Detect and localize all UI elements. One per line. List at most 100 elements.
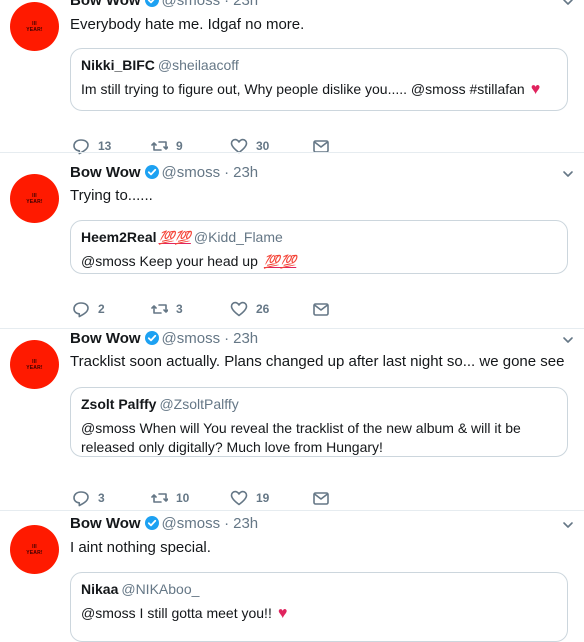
- retweet-button[interactable]: 3: [150, 299, 183, 319]
- red-heart-emoji: ♥: [277, 605, 288, 622]
- reply-button[interactable]: 3: [72, 488, 105, 508]
- reply-icon: [72, 300, 90, 318]
- timestamp[interactable]: 23h: [233, 515, 258, 532]
- tweet-card[interactable]: III YEAR! Bow Wow @smoss · 23h Tracklist soon …: [0, 328, 584, 511]
- avatar[interactable]: III YEAR!: [10, 340, 59, 389]
- tweet-actions: 2 3 26: [72, 299, 372, 319]
- retweet-button[interactable]: 10: [150, 488, 189, 508]
- user-handle[interactable]: @smoss: [162, 164, 221, 181]
- verified-badge-icon: [144, 331, 159, 345]
- quoted-display-name: Nikki_BIFC: [81, 57, 155, 73]
- avatar-text: YEAR!: [26, 549, 43, 556]
- tweet-text: I aint nothing special.: [70, 539, 211, 556]
- quoted-tweet[interactable]: Nikki_BIFC @sheilaacoff Im still trying to…: [70, 48, 568, 111]
- quoted-display-name: Nikaa: [81, 581, 119, 597]
- envelope-icon: [312, 300, 330, 318]
- direct-message-button[interactable]: [312, 488, 330, 508]
- reply-button[interactable]: 13: [72, 136, 111, 156]
- chevron-down-icon: [562, 334, 574, 346]
- quoted-tweet-text: Im still trying to figure out, Why peopl…: [81, 80, 559, 99]
- replies-count: 3: [98, 491, 105, 505]
- retweets-count: 3: [176, 302, 183, 316]
- quoted-tweet[interactable]: Zsolt Palffy @ZsoltPalffy @smoss When will…: [70, 387, 568, 457]
- verified-badge-icon: [144, 0, 159, 7]
- verified-badge-icon: [144, 165, 159, 179]
- quoted-tweet-text: @smoss I still gotta meet you!! ♥: [81, 604, 559, 623]
- like-button[interactable]: 26: [230, 299, 269, 319]
- tweet-card[interactable]: III YEAR! Bow Wow @smoss · 23h I aint nothing …: [0, 513, 584, 642]
- quoted-tweet-header: Heem2Real 💯💯 @Kidd_Flame: [81, 229, 283, 246]
- user-handle[interactable]: @smoss: [162, 515, 221, 532]
- tweet-card[interactable]: III YEAR! Bow Wow @smoss · 23h Trying to......…: [0, 162, 584, 329]
- quoted-user-handle: @Kidd_Flame: [193, 229, 283, 245]
- reply-button[interactable]: 2: [72, 299, 105, 319]
- like-button[interactable]: 30: [230, 136, 269, 156]
- timestamp[interactable]: 23h: [233, 0, 258, 9]
- direct-message-button[interactable]: [312, 299, 330, 319]
- avatar[interactable]: III YEAR!: [10, 525, 59, 574]
- quoted-tweet-header: Nikki_BIFC @sheilaacoff: [81, 57, 239, 73]
- avatar[interactable]: III YEAR!: [10, 2, 59, 51]
- hundred-emoji: 💯💯: [158, 230, 191, 245]
- tweet-header: Bow Wow @smoss · 23h: [70, 0, 258, 9]
- quoted-tweet-text: @smoss Keep your head up 💯💯: [81, 252, 559, 271]
- retweet-icon: [150, 489, 168, 507]
- quoted-user-handle: @sheilaacoff: [157, 57, 239, 73]
- like-button[interactable]: 19: [230, 488, 269, 508]
- separator-dot: ·: [224, 0, 230, 9]
- quoted-tweet[interactable]: Heem2Real 💯💯 @Kidd_Flame @smoss Keep your h…: [70, 220, 568, 274]
- tweet-text: Trying to......: [70, 187, 153, 204]
- avatar[interactable]: III YEAR!: [10, 174, 59, 223]
- tweet-card[interactable]: III YEAR! Bow Wow @smoss · 23h Everybody hate …: [0, 0, 584, 155]
- tweet-actions: 13 9 30: [72, 136, 372, 156]
- replies-count: 13: [98, 139, 112, 153]
- tweet-text: Everybody hate me. Idgaf no more.: [70, 16, 305, 33]
- more-options-button[interactable]: [562, 167, 574, 185]
- user-handle[interactable]: @smoss: [162, 0, 221, 9]
- display-name[interactable]: Bow Wow: [70, 0, 141, 9]
- quoted-tweet-header: Nikaa @NIKAboo_: [81, 581, 199, 597]
- quoted-text-body: @smoss Keep your head up: [81, 253, 258, 269]
- more-options-button[interactable]: [562, 333, 574, 351]
- quoted-display-name: Zsolt Palffy: [81, 396, 157, 412]
- reply-icon: [72, 489, 90, 507]
- separator-dot: ·: [224, 164, 230, 181]
- more-options-button[interactable]: [562, 518, 574, 536]
- display-name[interactable]: Bow Wow: [70, 330, 141, 347]
- chevron-down-icon: [562, 0, 574, 8]
- tweet-text: Tracklist soon actually. Plans changed u…: [70, 353, 565, 370]
- timestamp[interactable]: 23h: [233, 330, 258, 347]
- retweets-count: 9: [176, 139, 183, 153]
- separator-dot: ·: [224, 515, 230, 532]
- timestamp[interactable]: 23h: [233, 164, 258, 181]
- quoted-tweet-text: @smoss When will You reveal the tracklis…: [81, 419, 559, 457]
- quoted-text-body: Im still trying to figure out, Why peopl…: [81, 81, 525, 97]
- tweet-divider: [0, 510, 584, 511]
- red-heart-emoji: ♥: [530, 81, 541, 98]
- tweet-header: Bow Wow @smoss · 23h: [70, 515, 258, 532]
- avatar-text: YEAR!: [26, 26, 43, 33]
- direct-message-button[interactable]: [312, 136, 330, 156]
- retweet-button[interactable]: 9: [150, 136, 183, 156]
- avatar-text: YEAR!: [26, 364, 43, 371]
- tweet-divider: [0, 152, 584, 153]
- tweet-header: Bow Wow @smoss · 23h: [70, 330, 258, 347]
- more-options-button[interactable]: [562, 0, 574, 13]
- heart-icon: [230, 300, 248, 318]
- quoted-text-body: @smoss When will You reveal the tracklis…: [81, 420, 521, 455]
- heart-icon: [230, 489, 248, 507]
- chevron-down-icon: [562, 168, 574, 180]
- chevron-down-icon: [562, 519, 574, 531]
- retweet-icon: [150, 300, 168, 318]
- user-handle[interactable]: @smoss: [162, 330, 221, 347]
- envelope-icon: [312, 489, 330, 507]
- avatar-text: YEAR!: [26, 198, 43, 205]
- display-name[interactable]: Bow Wow: [70, 515, 141, 532]
- quoted-tweet[interactable]: Nikaa @NIKAboo_ @smoss I still gotta meet …: [70, 572, 568, 642]
- display-name[interactable]: Bow Wow: [70, 164, 141, 181]
- quoted-display-name: Heem2Real: [81, 229, 157, 245]
- tweet-actions: 3 10 19: [72, 488, 372, 508]
- tweet-header: Bow Wow @smoss · 23h: [70, 164, 258, 181]
- separator-dot: ·: [224, 330, 230, 347]
- likes-count: 19: [256, 491, 270, 505]
